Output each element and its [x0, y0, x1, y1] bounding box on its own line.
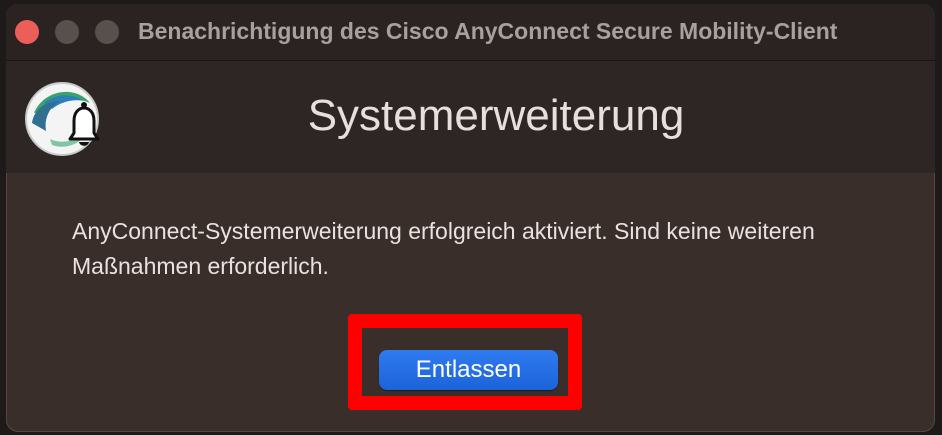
window-title: Benachrichtigung des Cisco AnyConnect Se… [138, 18, 838, 44]
notification-message: AnyConnect-Systemerweiterung erfolgreich… [72, 218, 815, 279]
dialog-header: Systemerweiterung [6, 61, 935, 173]
zoom-window-button[interactable] [95, 20, 119, 44]
dismiss-button[interactable]: Entlassen [379, 350, 558, 390]
title-bar[interactable]: Benachrichtigung des Cisco AnyConnect Se… [6, 4, 935, 61]
notification-window: Benachrichtigung des Cisco AnyConnect Se… [6, 4, 935, 432]
dialog-title: Systemerweiterung [307, 91, 685, 140]
close-window-button[interactable] [15, 20, 39, 44]
minimize-window-button[interactable] [55, 20, 79, 44]
